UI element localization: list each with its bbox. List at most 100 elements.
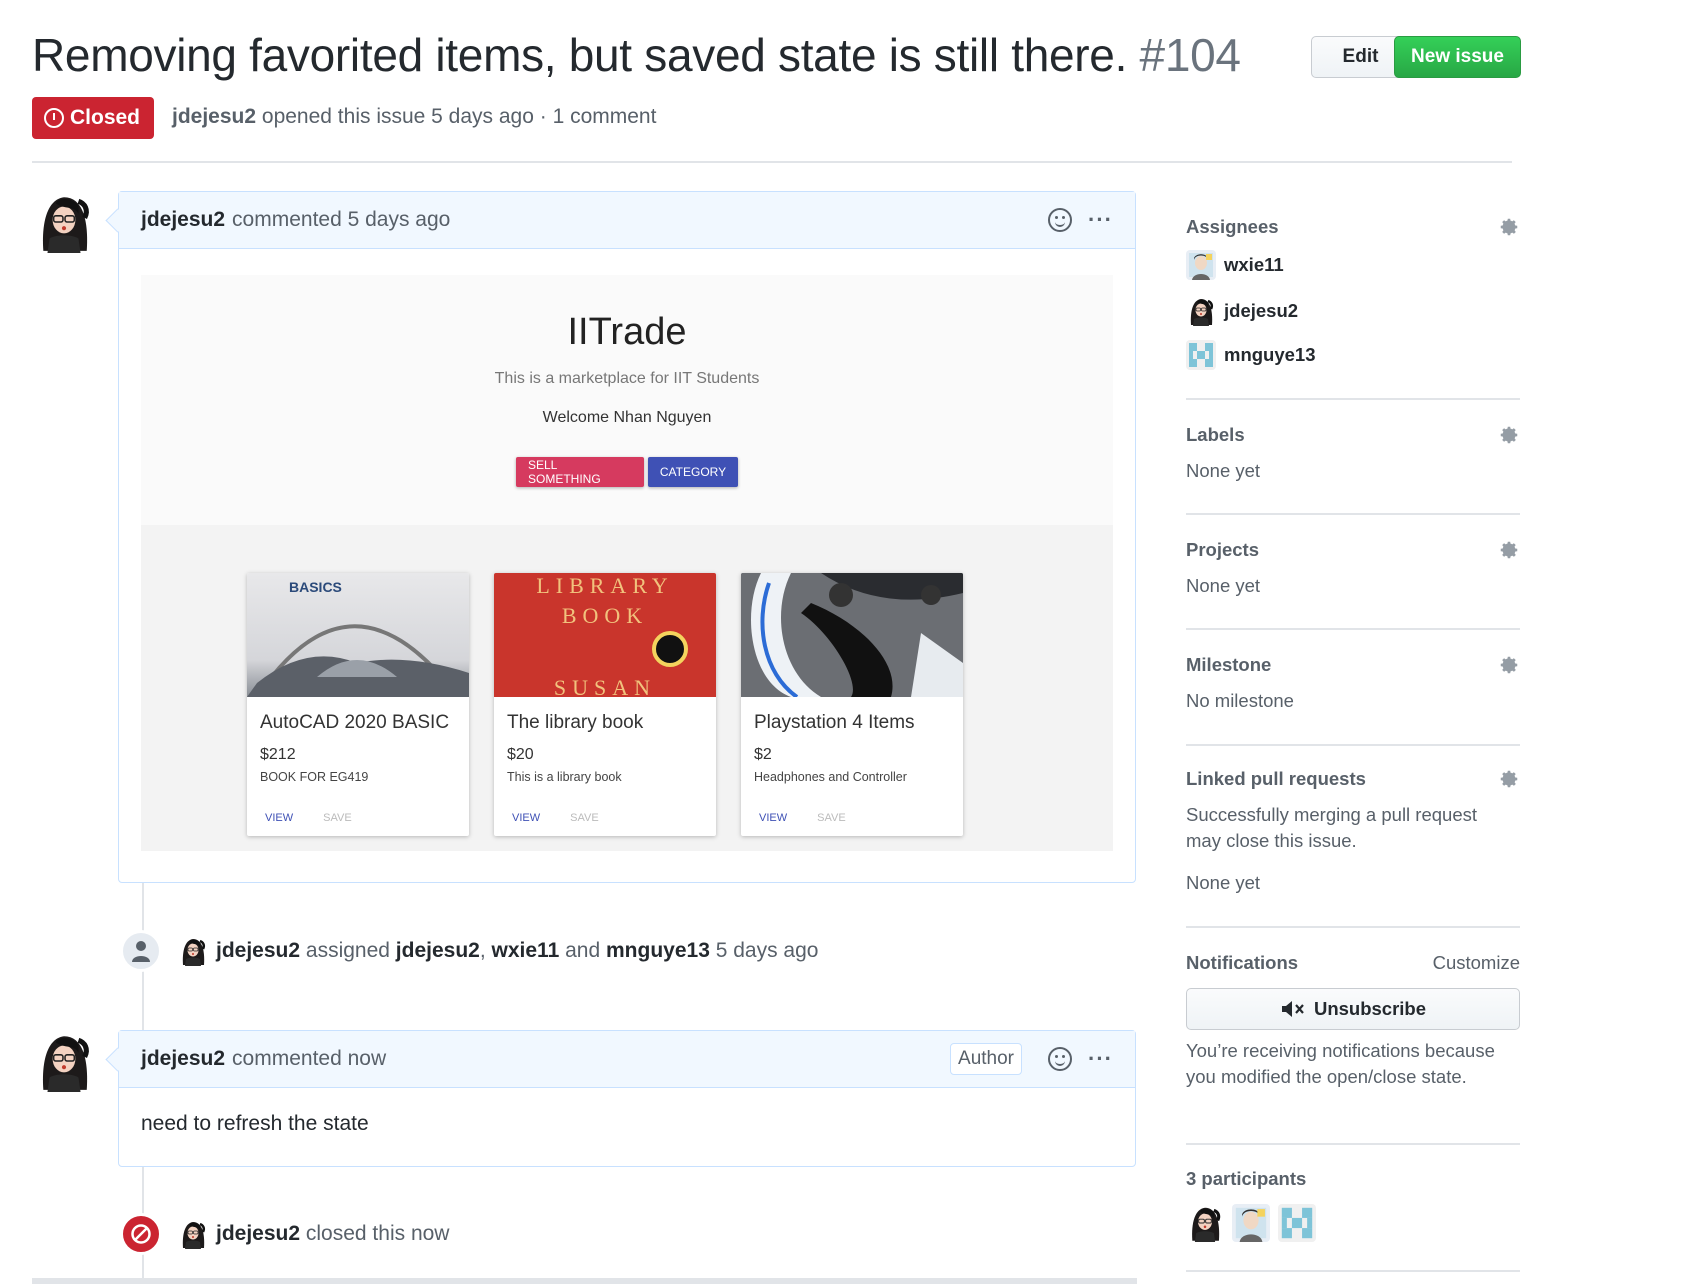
assignee-name: wxie11 — [1224, 254, 1284, 275]
embedded-app-screenshot: IITrade This is a marketplace for IIT St… — [141, 275, 1113, 851]
assignee-item[interactable]: jdejesu2 — [1186, 296, 1520, 326]
comment-timestamp[interactable]: commented now — [232, 1047, 386, 1071]
avatar[interactable] — [1278, 1204, 1316, 1242]
customize-link[interactable]: Customize — [1433, 952, 1520, 974]
assignee-item[interactable]: mnguye13 — [1186, 340, 1520, 370]
emoji-reaction-icon[interactable] — [1048, 1047, 1073, 1071]
assignee-link[interactable]: jdejesu2 — [396, 939, 480, 963]
product-card: LIBRARY BOOK SUSAN The library book $20 … — [494, 573, 716, 836]
notifications-description: You’re receiving notifications because y… — [1186, 1040, 1495, 1087]
closed-icon — [120, 1213, 162, 1255]
event-text: closed this now — [305, 1222, 450, 1245]
product-image-text: BOOK — [561, 603, 649, 628]
avatar[interactable] — [178, 1219, 208, 1249]
notifications-header: Notifications Customize — [1186, 952, 1520, 974]
assignee-item[interactable]: wxie11 — [1186, 250, 1520, 280]
more-options-icon[interactable]: ··· — [1088, 209, 1113, 231]
participants-header: 3 participants — [1186, 1168, 1520, 1190]
product-price: $212 — [260, 746, 296, 763]
labels-header[interactable]: Labels — [1186, 424, 1520, 446]
unsubscribe-button[interactable]: Unsubscribe — [1186, 988, 1520, 1030]
comment-author[interactable]: jdejesu2 — [141, 1047, 225, 1071]
labels-title: Labels — [1186, 424, 1245, 445]
event-time[interactable]: 5 days ago — [716, 939, 819, 963]
emoji-reaction-icon[interactable] — [1048, 208, 1073, 232]
avatar[interactable] — [1186, 1204, 1224, 1242]
save-button: SAVE — [570, 812, 599, 824]
assignee-name: mnguye13 — [1224, 344, 1316, 365]
issue-title-text: Removing favorited items, but saved stat… — [32, 29, 1128, 81]
product-image-text: LIBRARY — [536, 573, 674, 598]
gear-icon[interactable] — [1498, 216, 1520, 238]
avatar[interactable] — [1232, 1204, 1270, 1242]
comment-header: jdejesu2 commented 5 days ago ··· — [119, 192, 1135, 249]
assignee-link[interactable]: wxie11 — [492, 939, 560, 963]
product-image-text: BASICS — [289, 579, 342, 595]
view-button: VIEW — [759, 812, 788, 824]
event-actor[interactable]: jdejesu2 — [216, 939, 300, 963]
status-badge: Closed — [32, 97, 155, 139]
timeline-bottom-rule — [32, 1278, 1137, 1284]
comment-box: jdejesu2 commented now Author ··· need t… — [118, 1030, 1136, 1167]
comment-timestamp[interactable]: commented 5 days ago — [232, 208, 450, 232]
avatar[interactable] — [178, 936, 208, 966]
new-issue-button-visible[interactable]: New issue — [1394, 36, 1521, 78]
timeline-event-assigned: jdejesu2 assigned jdejesu2, wxie11 and m… — [120, 930, 818, 972]
author-badge: Author — [950, 1043, 1023, 1075]
more-options-icon[interactable]: ··· — [1088, 1048, 1113, 1070]
assignee-link[interactable]: mnguye13 — [606, 939, 710, 963]
product-price: $2 — [754, 746, 772, 763]
sidebar-notifications: Notifications Customize Unsubscribe You’… — [1186, 952, 1520, 1090]
projects-value: None yet — [1186, 575, 1261, 596]
milestone-header[interactable]: Milestone — [1186, 654, 1520, 676]
avatar — [1186, 296, 1216, 326]
sidebar-labels: Labels None yet — [1186, 424, 1520, 484]
gear-icon[interactable] — [1498, 424, 1520, 446]
timeline-event-closed: jdejesu2 closed this now — [120, 1213, 449, 1255]
projects-header[interactable]: Projects — [1186, 539, 1520, 561]
avatar[interactable] — [33, 1030, 95, 1092]
product-description: This is a library book — [507, 770, 622, 784]
sidebar-divider — [1186, 744, 1520, 746]
linked-prs-description: Successfully merging a pull request may … — [1186, 804, 1478, 851]
sidebar-divider — [1186, 1143, 1520, 1145]
event-actor[interactable]: jdejesu2 — [216, 1222, 300, 1246]
gear-icon[interactable] — [1498, 539, 1520, 561]
assignees-title: Assignees — [1186, 216, 1279, 237]
save-button: SAVE — [817, 812, 846, 824]
sidebar-projects: Projects None yet — [1186, 539, 1520, 599]
gear-icon[interactable] — [1498, 768, 1520, 790]
product-image — [741, 573, 963, 697]
product-card: Playstation 4 Items $2 Headphones and Co… — [741, 573, 963, 836]
sidebar-divider — [1186, 926, 1520, 928]
issue-author-link[interactable]: jdejesu2 — [172, 105, 256, 128]
view-button: VIEW — [265, 812, 294, 824]
sidebar-divider — [1186, 628, 1520, 630]
sidebar-linked-prs: Linked pull requests Successfully mergin… — [1186, 768, 1520, 896]
issue-meta-text: opened this issue 5 days ago · 1 comment — [261, 105, 657, 128]
status-badge-label: Closed — [70, 106, 141, 129]
event-and: and — [565, 939, 601, 962]
issue-title: Removing favorited items, but saved stat… — [32, 28, 1241, 82]
issue-closed-icon — [44, 108, 64, 128]
mute-icon — [1281, 1001, 1304, 1017]
product-card: BASICS AutoCAD 2020 BASIC $212 BOOK FOR … — [247, 573, 469, 836]
gear-icon[interactable] — [1498, 654, 1520, 676]
assignees-header[interactable]: Assignees — [1186, 216, 1520, 238]
projects-title: Projects — [1186, 539, 1260, 560]
notifications-title: Notifications — [1186, 952, 1299, 973]
event-separator: , — [479, 939, 486, 962]
product-title: AutoCAD 2020 BASIC — [260, 712, 450, 733]
issue-number: #104 — [1139, 29, 1241, 81]
comment-author[interactable]: jdejesu2 — [141, 208, 225, 232]
linked-prs-header[interactable]: Linked pull requests — [1186, 768, 1520, 790]
sidebar-divider — [1186, 513, 1520, 515]
app-subtitle: This is a marketplace for IIT Students — [494, 370, 760, 387]
save-button: SAVE — [323, 812, 352, 824]
avatar[interactable] — [33, 191, 95, 253]
view-button: VIEW — [512, 812, 541, 824]
sidebar-divider — [1186, 398, 1520, 400]
milestone-title: Milestone — [1186, 654, 1272, 675]
app-welcome: Welcome Nhan Nguyen — [542, 409, 712, 426]
milestone-value: No milestone — [1186, 690, 1294, 711]
